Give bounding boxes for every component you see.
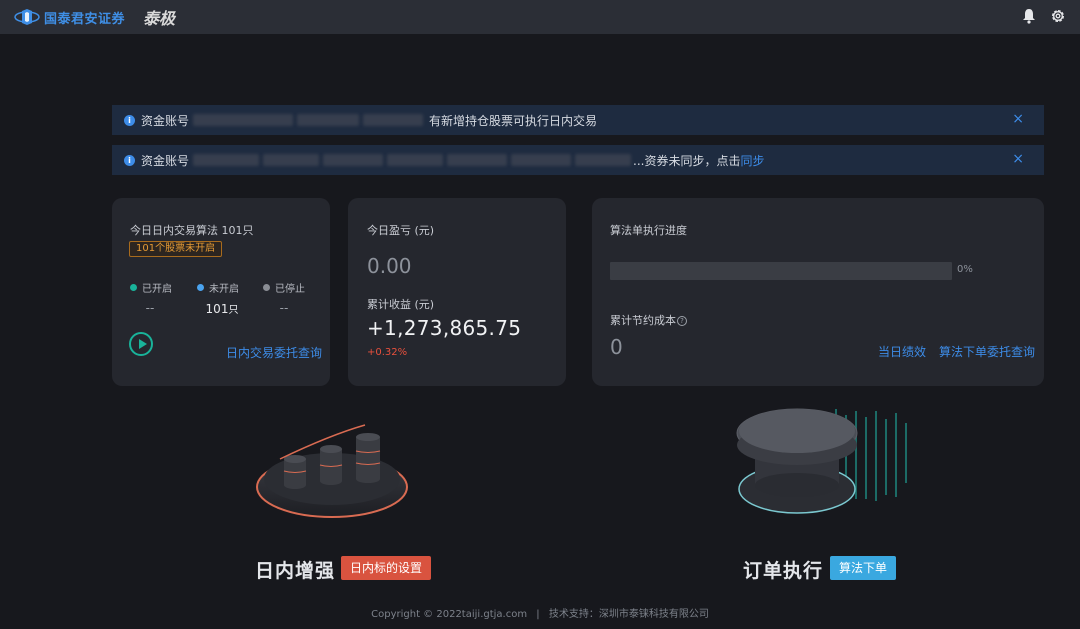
alert-sync: i 资金账号 ...资券未同步，点击 同步 × [112,145,1044,175]
brand-logo[interactable]: 国泰君安证券 [14,8,125,27]
cost-saving-value: 0 [610,335,623,359]
today-pnl-label: 今日盈亏 (元) [367,224,435,237]
sync-link[interactable]: 同步 [740,152,764,169]
daily-performance-link[interactable]: 当日绩效 [878,343,926,360]
copyright-text: Copyright © 2022taiji.gtja.com [371,609,528,620]
support-text: 技术支持：深圳市泰铼科技有限公司 [548,609,709,620]
intraday-enhancement-illustration [256,424,408,518]
status-enabled-value: -- [145,301,155,315]
gray-dot-icon [263,284,270,291]
redacted-account-block [193,114,294,126]
progress-bar [610,262,952,280]
status-badge: 101个股票未开启 [129,241,223,257]
total-return-value: +1,273,865.75 [367,316,522,340]
status-unit: 只 [228,305,239,316]
redacted-account-block [297,114,360,126]
top-bar: 国泰君安证券 泰极 [0,0,1080,34]
play-icon[interactable] [129,332,153,356]
alert-message: 有新增持仓股票可执行日内交易 [429,113,598,128]
alert-message: ...资券未同步，点击 [633,153,741,168]
status-not-enabled-value: 101只 [197,301,247,316]
bell-icon[interactable] [1022,8,1036,24]
algo-order-query-link[interactable]: 算法下单委托查询 [939,343,1035,360]
footer-separator: | [536,609,540,620]
alert-prefix: 资金账号 [141,113,190,128]
logo-mark-icon [14,8,40,26]
redacted-account-block [511,154,572,166]
redacted-account-block [363,114,424,126]
redacted-account-block [447,154,508,166]
info-icon: i [124,154,135,166]
green-dot-icon [130,284,137,291]
close-icon[interactable]: × [1012,152,1024,166]
status-stopped: 已停止 [263,280,305,295]
intraday-enhancement-title: 日内增强 [255,560,336,582]
footer: Copyright © 2022taiji.gtja.com | 技术支持：深圳… [0,605,1080,620]
redacted-account-block [387,154,444,166]
alert-new-holdings: i 资金账号 有新增持仓股票可执行日内交易 × [112,105,1044,135]
info-icon: i [124,114,135,126]
status-label: 已停止 [275,284,305,295]
intraday-order-query-link[interactable]: 日内交易委托查询 [226,344,322,361]
close-icon[interactable]: × [1012,112,1024,126]
redacted-account-block [193,154,260,166]
progress-percent: 0% [957,264,973,275]
status-label: 已开启 [142,284,172,295]
status-enabled: 已开启 [130,280,172,295]
total-return-label: 累计收益 (元) [367,298,435,311]
redacted-account-block [323,154,384,166]
help-icon[interactable]: ? [677,316,687,326]
brand-name: 国泰君安证券 [44,11,126,27]
product-name: 泰极 [143,9,176,28]
order-execution-title: 订单执行 [743,560,824,582]
algo-progress-card: 算法单执行进度 0% 累计节约成本? 0 当日绩效 算法下单委托查询 [592,198,1044,386]
today-pnl-value: 0.00 [367,254,412,278]
pnl-card: 今日盈亏 (元) 0.00 累计收益 (元) +1,273,865.75 +0.… [348,198,566,386]
card-title: 今日日内交易算法 101只 [130,224,254,237]
alert-prefix: 资金账号 [141,153,190,168]
progress-title: 算法单执行进度 [610,224,687,237]
total-return-percent: +0.32% [367,347,408,358]
cost-saving-text: 累计节约成本 [610,314,676,327]
redacted-account-block [263,154,320,166]
status-stopped-value: -- [279,301,289,315]
intraday-target-setting-button[interactable]: 日内标的设置 [341,556,432,580]
status-count: 101 [205,302,229,316]
order-execution-illustration [736,408,907,514]
intraday-algo-card: 今日日内交易算法 101只 101个股票未开启 已开启 未开启 已停止 -- 1… [112,198,330,386]
algo-order-button[interactable]: 算法下单 [830,556,897,580]
redacted-account-block [575,154,632,166]
gear-icon[interactable] [1050,8,1066,24]
blue-dot-icon [197,284,204,291]
cost-saving-label: 累计节约成本? [610,312,687,328]
status-not-enabled: 未开启 [197,280,239,295]
status-label: 未开启 [209,284,239,295]
